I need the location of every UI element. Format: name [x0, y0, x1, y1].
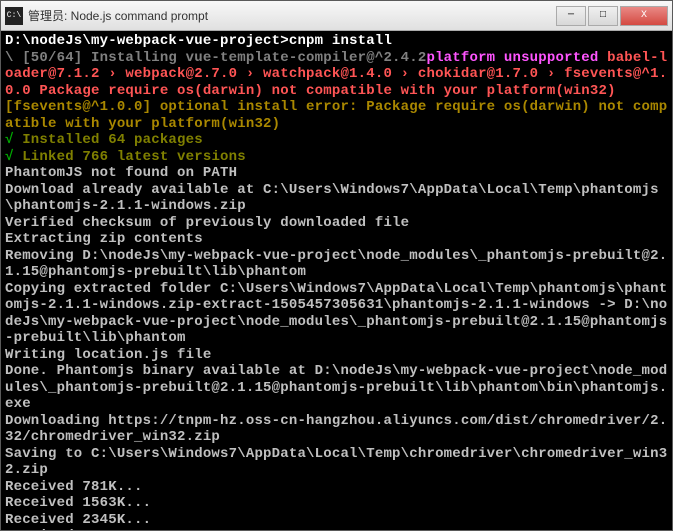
- output-line: PhantomJS not found on PATH: [5, 165, 668, 182]
- terminal-content[interactable]: D:\nodeJs\my-webpack-vue-project>cnpm in…: [1, 31, 672, 530]
- app-window: C:\ 管理员: Node.js command prompt ─ □ X D:…: [0, 0, 673, 531]
- titlebar[interactable]: C:\ 管理员: Node.js command prompt ─ □ X: [1, 1, 672, 31]
- output-line: Downloading https://tnpm-hz.oss-cn-hangz…: [5, 413, 668, 446]
- cmd-icon: C:\: [5, 7, 23, 25]
- check-icon: √: [5, 132, 14, 148]
- output-line: Extracting zip contents: [5, 231, 668, 248]
- close-button[interactable]: X: [620, 6, 668, 26]
- download-progress: Received 1563K...: [5, 495, 668, 512]
- output-line: Saving to C:\Users\Windows7\AppData\Loca…: [5, 446, 668, 479]
- output-line: Copying extracted folder C:\Users\Window…: [5, 281, 668, 347]
- output-line: Removing D:\nodeJs\my-webpack-vue-projec…: [5, 248, 668, 281]
- output-line: Verified checksum of previously download…: [5, 215, 668, 232]
- output-line: Done. Phantomjs binary available at D:\n…: [5, 363, 668, 413]
- installed-packages: Installed 64 packages: [14, 132, 203, 148]
- maximize-button[interactable]: □: [588, 6, 618, 26]
- window-title: 管理员: Node.js command prompt: [28, 7, 556, 24]
- command-input: cnpm install: [289, 33, 392, 49]
- download-progress: Received 781K...: [5, 479, 668, 496]
- output-line: Writing location.js file: [5, 347, 668, 364]
- prompt-path: D:\nodeJs\my-webpack-vue-project>: [5, 33, 289, 49]
- window-controls: ─ □ X: [556, 6, 668, 26]
- minimize-button[interactable]: ─: [556, 6, 586, 26]
- linked-versions: Linked 766 latest versions: [14, 149, 246, 165]
- platform-unsupported-label: platform unsupported: [426, 50, 598, 66]
- download-progress: Received 3127K...: [5, 528, 668, 530]
- download-progress: Received 2345K...: [5, 512, 668, 529]
- install-progress: \ [50/64] Installing vue-template-compil…: [5, 50, 426, 66]
- fsevents-error: [fsevents@^1.0.0] optional install error…: [5, 99, 668, 132]
- check-icon: √: [5, 149, 14, 165]
- output-line: Download already available at C:\Users\W…: [5, 182, 668, 215]
